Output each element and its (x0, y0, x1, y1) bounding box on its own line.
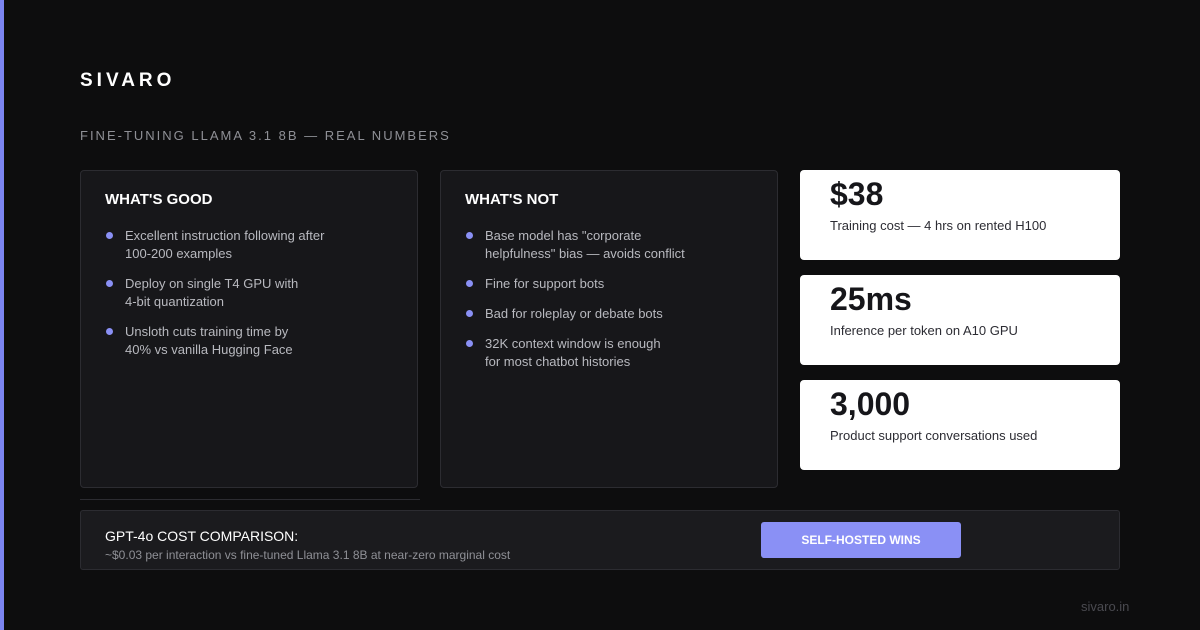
brand-logo: SIVARO (80, 70, 176, 91)
list-item-line: Base model has "corporate (485, 228, 642, 243)
list-item-line: Excellent instruction following after (125, 228, 325, 243)
accent-bar (0, 0, 4, 630)
whats-not-title: WHAT'S NOT (465, 191, 559, 208)
bullet-dot-icon (466, 340, 473, 347)
page-subtitle: FINE-TUNING LLAMA 3.1 8B — REAL NUMBERS (80, 128, 451, 143)
bullet-dot-icon (466, 280, 473, 287)
whats-not-list: Base model has "corporate helpfulness" b… (465, 227, 755, 383)
list-item-line: Deploy on single T4 GPU with (125, 276, 299, 291)
stat-label: Inference per token on A10 GPU (830, 323, 1018, 338)
self-hosted-wins-button[interactable]: SELF-HOSTED WINS (761, 522, 961, 558)
comparison-detail: ~$0.03 per interaction vs fine-tuned Lla… (105, 548, 511, 562)
list-item: Bad for roleplay or debate bots (465, 305, 755, 323)
divider (80, 499, 420, 500)
footer-url[interactable]: sivaro.in (1081, 599, 1129, 614)
stat-card-inference: 25ms Inference per token on A10 GPU (800, 275, 1120, 365)
list-item-line: 4-bit quantization (125, 294, 225, 309)
list-item: Excellent instruction following after 10… (105, 227, 395, 263)
whats-good-list: Excellent instruction following after 10… (105, 227, 395, 371)
stat-value: $38 (830, 176, 884, 212)
list-item: Base model has "corporate helpfulness" b… (465, 227, 755, 263)
list-item-line: for most chatbot histories (485, 354, 631, 369)
list-item-line: Unsloth cuts training time by (125, 324, 289, 339)
whats-good-title: WHAT'S GOOD (105, 191, 213, 208)
cost-comparison-banner: GPT-4o COST COMPARISON: ~$0.03 per inter… (80, 510, 1120, 570)
list-item-line: Fine for support bots (485, 276, 605, 291)
whats-good-card: WHAT'S GOOD Excellent instruction follow… (80, 170, 418, 488)
list-item-line: 32K context window is enough (485, 336, 661, 351)
bullet-dot-icon (106, 280, 113, 287)
list-item: Fine for support bots (465, 275, 755, 293)
stat-label: Product support conversations used (830, 428, 1038, 443)
list-item: Unsloth cuts training time by 40% vs van… (105, 323, 395, 359)
list-item-line: helpfulness" bias — avoids conflict (485, 246, 685, 261)
list-item: Deploy on single T4 GPU with 4-bit quant… (105, 275, 395, 311)
list-item: 32K context window is enough for most ch… (465, 335, 755, 371)
stat-value: 3,000 (830, 386, 911, 422)
list-item-line: Bad for roleplay or debate bots (485, 306, 663, 321)
comparison-title: GPT-4o COST COMPARISON: (105, 528, 299, 544)
whats-not-card: WHAT'S NOT Base model has "corporate hel… (440, 170, 778, 488)
stat-label: Training cost — 4 hrs on rented H100 (830, 218, 1047, 233)
stat-value: 25ms (830, 281, 912, 317)
bullet-dot-icon (466, 232, 473, 239)
list-item-line: 40% vs vanilla Hugging Face (125, 342, 293, 357)
bullet-dot-icon (106, 328, 113, 335)
bullet-dot-icon (466, 310, 473, 317)
list-item-line: 100-200 examples (125, 246, 232, 261)
bullet-dot-icon (106, 232, 113, 239)
stat-card-conversations: 3,000 Product support conversations used (800, 380, 1120, 470)
stat-card-training-cost: $38 Training cost — 4 hrs on rented H100 (800, 170, 1120, 260)
